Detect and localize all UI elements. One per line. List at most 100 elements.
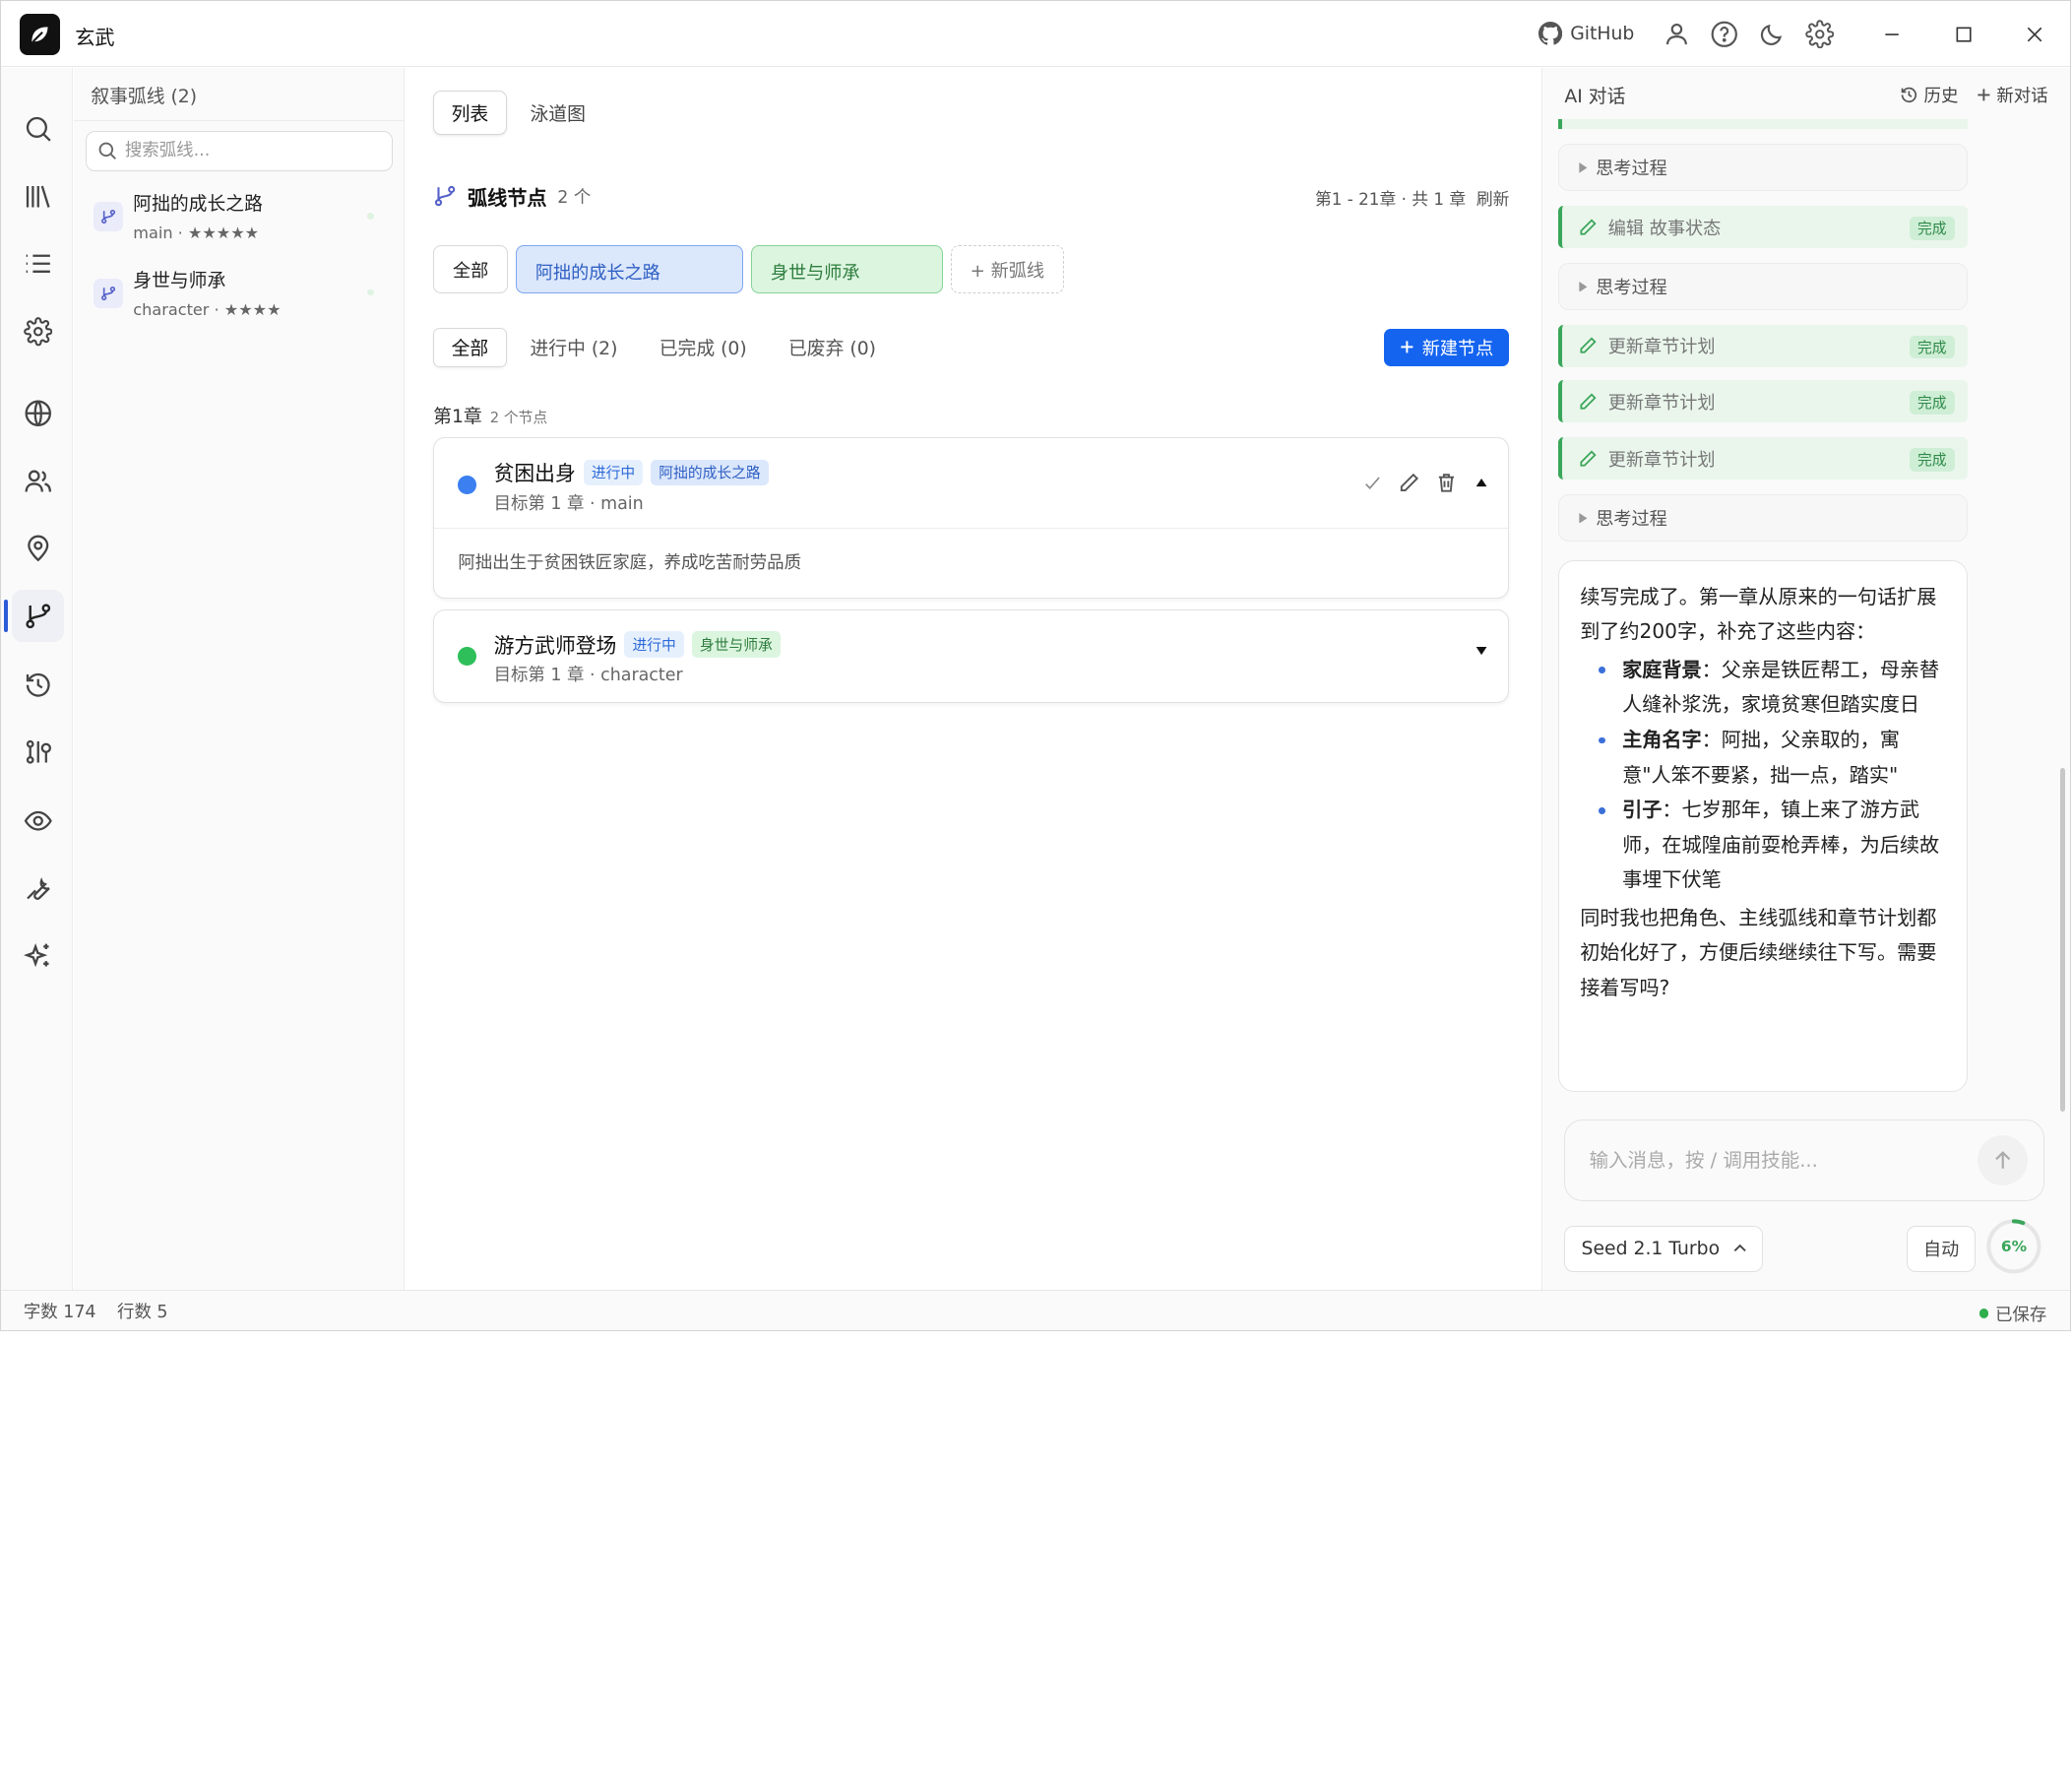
maximize-button[interactable] — [1927, 1, 1999, 67]
sidebar-arc-item[interactable]: 身世与师承 character · ★★★★ — [86, 260, 393, 329]
tab-swimlane[interactable]: 泳道图 — [512, 91, 603, 134]
arc-name: 身世与师承 — [133, 270, 226, 291]
history-button[interactable]: 历史 — [1900, 83, 1958, 107]
caret-right-icon — [1578, 512, 1587, 524]
model-selector[interactable]: Seed 2.1 Turbo — [1564, 1225, 1764, 1272]
pencil-icon — [1580, 450, 1597, 467]
eye-icon — [24, 810, 52, 831]
settings-button[interactable] — [1795, 10, 1843, 57]
assistant-message: 续写完成了。第一章从原来的一句话扩展到了约200字，补充了这些内容： 家庭背景：… — [1557, 560, 1969, 1092]
trash-icon[interactable] — [1435, 472, 1458, 494]
history-label: 历史 — [1923, 86, 1959, 106]
check-icon[interactable] — [1363, 474, 1382, 492]
node-card-header[interactable]: 游方武师登场 进行中 身世与师承 目标第 1 章 · character — [434, 610, 1508, 700]
node-title: 游方武师登场 — [493, 633, 617, 658]
close-button[interactable] — [1999, 1, 2071, 67]
tool-call[interactable]: 编辑 故事状态 完成 — [1557, 206, 1969, 249]
minimize-button[interactable] — [1856, 1, 1928, 67]
arc-badge: 身世与师承 — [691, 631, 781, 658]
thinking-block[interactable]: 思考过程 — [1557, 262, 1969, 311]
auto-mode-button[interactable]: 自动 — [1907, 1225, 1977, 1272]
help-button[interactable] — [1700, 10, 1747, 57]
nav-characters[interactable] — [12, 455, 65, 508]
arc-filter-chip-2[interactable]: 身世与师承 — [751, 245, 943, 293]
git-branch-icon — [93, 279, 123, 308]
tab-list[interactable]: 列表 — [433, 91, 507, 135]
history-icon — [26, 672, 50, 697]
ai-panel-title: AI 对话 — [1564, 86, 1626, 107]
nav-world[interactable] — [12, 387, 65, 440]
arrow-up-icon — [1994, 1150, 2010, 1169]
list-item: 主角名字：阿拙，父亲取的，寓意"人笨不要紧，拙一点，踏实" — [1580, 723, 1945, 793]
nav-preview[interactable] — [12, 795, 65, 848]
thinking-label: 思考过程 — [1596, 278, 1667, 299]
chat-scrollbar[interactable] — [2059, 127, 2066, 1113]
wrench-icon — [27, 877, 50, 901]
chat-input[interactable] — [1589, 1149, 1960, 1173]
scrollbar-thumb[interactable] — [2059, 767, 2066, 1113]
word-count: 字数 174 — [23, 1302, 96, 1322]
point-title: 主角名字 — [1622, 727, 1702, 751]
chapter-header: 第1章 2 个节点 — [433, 402, 547, 428]
arc-filter-chip-1[interactable]: 阿拙的成长之路 — [516, 245, 744, 293]
tool-call[interactable]: 更新章节计划 完成 — [1557, 437, 1969, 480]
tool-call[interactable]: 更新章节计划 完成 — [1557, 380, 1969, 423]
line-count: 行数 5 — [117, 1302, 168, 1322]
list-item: 引子：七岁那年，镇上来了游方武师，在城隍庙前耍枪弄棒，为后续故事埋下伏笔 — [1580, 793, 1945, 898]
new-arc-button[interactable]: + 新弧线 — [950, 245, 1064, 293]
expand-icon[interactable] — [1474, 643, 1489, 659]
refresh-button[interactable]: 刷新 — [1476, 186, 1510, 210]
done-badge: 完成 — [1909, 447, 1955, 472]
node-status-dot — [458, 475, 477, 494]
nav-timeline[interactable] — [12, 726, 65, 779]
done-badge: 完成 — [1909, 335, 1955, 359]
arc-badge: 阿拙的成长之路 — [651, 459, 769, 485]
arc-search-input[interactable] — [124, 141, 377, 161]
github-icon — [1538, 22, 1563, 46]
point-text: ：七岁那年，镇上来了游方武师，在城隍庙前耍枪弄棒，为后续故事埋下伏笔 — [1622, 798, 1940, 892]
moon-icon — [1760, 25, 1782, 46]
nav-ai[interactable] — [12, 929, 65, 983]
thinking-label: 思考过程 — [1596, 159, 1667, 180]
node-card-header[interactable]: 贫困出身 进行中 阿拙的成长之路 目标第 1 章 · main — [434, 438, 1508, 528]
arc-search-box[interactable] — [85, 130, 393, 172]
chapter-range: 第1 - 21章 · 共 1 章 刷新 — [1315, 186, 1509, 210]
thinking-block[interactable]: 思考过程 — [1557, 493, 1969, 543]
new-chat-button[interactable]: 新对话 — [1977, 83, 2048, 107]
status-bar: 字数 174 行数 5 已保存 — [1, 1289, 2071, 1331]
status-abandoned[interactable]: 已废弃 (0) — [771, 328, 895, 367]
send-button[interactable] — [1977, 1134, 2028, 1185]
save-status: 已保存 — [1978, 1302, 2046, 1326]
arc-filter-all[interactable]: 全部 — [433, 245, 508, 293]
thinking-label: 思考过程 — [1596, 509, 1667, 531]
status-completed[interactable]: 已完成 (0) — [641, 328, 765, 367]
status-all[interactable]: 全部 — [433, 327, 507, 367]
view-tabs: 列表 泳道图 — [433, 91, 603, 135]
help-icon — [1711, 21, 1737, 47]
gear-icon — [1804, 20, 1834, 49]
new-node-button[interactable]: 新建节点 — [1383, 329, 1510, 366]
node-meta: 目标第 1 章 · main — [493, 493, 644, 514]
nav-tools[interactable] — [12, 862, 65, 915]
library-icon — [26, 185, 50, 208]
nav-settings[interactable] — [12, 305, 65, 358]
nav-history[interactable] — [12, 658, 65, 711]
nav-outline[interactable] — [12, 237, 65, 290]
answer-intro: 续写完成了。第一章从原来的一句话扩展到了约200字，补充了这些内容： — [1580, 584, 1937, 644]
arc-meta: main · ★★★★★ — [133, 223, 260, 242]
nav-search[interactable] — [12, 102, 65, 156]
thinking-block[interactable]: 思考过程 — [1557, 144, 1969, 192]
sidebar-arc-item[interactable]: 阿拙的成长之路 main · ★★★★★ — [86, 183, 393, 252]
ai-chat-panel: AI 对话 历史 新对话 思考过程 编辑 故事状态 完成 思考过程 更新章节计划… — [1540, 68, 2071, 1290]
user-button[interactable] — [1653, 10, 1700, 57]
github-link[interactable]: GitHub — [1538, 22, 1634, 46]
collapse-icon[interactable] — [1474, 475, 1489, 490]
theme-toggle-button[interactable] — [1748, 10, 1795, 57]
nav-locations[interactable] — [12, 522, 65, 575]
status-in-progress[interactable]: 进行中 (2) — [512, 328, 636, 367]
done-badge: 完成 — [1909, 216, 1955, 240]
nav-arcs[interactable] — [3, 589, 65, 643]
tool-call[interactable]: 更新章节计划 完成 — [1557, 325, 1969, 367]
nav-library[interactable] — [12, 170, 65, 224]
pencil-icon[interactable] — [1398, 472, 1420, 494]
